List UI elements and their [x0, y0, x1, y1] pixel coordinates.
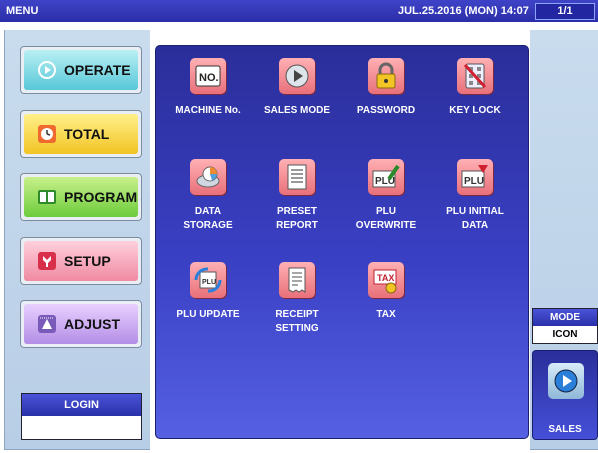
sales-mode-icon — [548, 363, 584, 399]
tile-sales-mode[interactable]: SALES MODE — [252, 58, 342, 118]
mode-box[interactable]: MODE ICON — [532, 308, 598, 344]
page-indicator: 1/1 — [535, 3, 595, 20]
preset-report-icon — [279, 159, 315, 195]
tile-password[interactable]: PASSWORD — [341, 58, 431, 118]
left-panel: OPERATE TOTAL PROGRAM SETUP ADJUST LOGIN — [4, 30, 150, 450]
adjust-label: ADJUST — [64, 316, 121, 332]
tile-key-lock[interactable]: KEY LOCK — [430, 58, 520, 118]
tile-label: MACHINE No. — [175, 105, 241, 116]
plu-initial-data-icon: PLU — [457, 159, 493, 195]
tile-preset-report[interactable]: PRESET REPORT — [252, 159, 342, 233]
plu-overwrite-icon: PLU — [368, 159, 404, 195]
operate-button[interactable]: OPERATE — [20, 46, 142, 94]
top-bar: MENU JUL.25.2016 (MON) 14:07 1/1 — [0, 0, 598, 22]
data-storage-icon — [190, 159, 226, 195]
tile-tax[interactable]: TAX TAX — [341, 262, 431, 322]
mode-label: MODE — [533, 309, 597, 326]
adjust-button[interactable]: ADJUST — [20, 300, 142, 348]
operate-label: OPERATE — [64, 62, 131, 78]
wrench-icon — [36, 250, 58, 272]
right-panel: MODE ICON SALES — [530, 30, 598, 450]
tile-plu-update[interactable]: PLU PLU UPDATE — [163, 262, 253, 322]
tile-machine-no[interactable]: NO. MACHINE No. — [163, 58, 253, 118]
total-label: TOTAL — [64, 126, 110, 142]
svg-text:TAX: TAX — [377, 273, 394, 283]
book-icon — [36, 186, 58, 208]
tile-label: PLU OVERWRITE — [355, 206, 417, 231]
program-button[interactable]: PROGRAM — [20, 173, 142, 221]
date-time: JUL.25.2016 (MON) 14:07 — [398, 5, 529, 17]
menu-panel: NO. MACHINE No. SALES MODE PASSWORD KEY … — [155, 45, 529, 439]
svg-text:PLU: PLU — [202, 279, 216, 286]
tile-label: PASSWORD — [356, 105, 416, 116]
login-field[interactable] — [22, 416, 141, 439]
tile-label: PRESET REPORT — [276, 206, 318, 231]
sales-mode-icon — [279, 58, 315, 94]
tile-plu-overwrite[interactable]: PLU PLU OVERWRITE — [341, 159, 431, 233]
login-box[interactable]: LOGIN — [21, 393, 142, 440]
tile-label: DATA STORAGE — [183, 206, 233, 231]
setup-button[interactable]: SETUP — [20, 237, 142, 285]
sales-button[interactable]: SALES — [532, 350, 598, 440]
tile-label: PLU UPDATE — [176, 309, 240, 320]
adjust-scale-icon — [36, 313, 58, 335]
play-circle-icon — [36, 59, 58, 81]
total-button[interactable]: TOTAL — [20, 110, 142, 158]
padlock-icon — [368, 58, 404, 94]
tile-label: RECEIPT SETTING — [275, 309, 319, 334]
svg-text:PLU: PLU — [464, 176, 484, 187]
tile-plu-initial-data[interactable]: PLU PLU INITIAL DATA — [430, 159, 520, 233]
login-label: LOGIN — [22, 394, 141, 416]
program-label: PROGRAM — [64, 189, 138, 205]
plu-update-icon: PLU — [190, 262, 226, 298]
window-title: MENU — [6, 5, 39, 17]
tax-icon: TAX — [368, 262, 404, 298]
sales-label: SALES — [548, 424, 582, 435]
key-lock-icon — [457, 58, 493, 94]
tile-label: KEY LOCK — [449, 105, 501, 116]
tile-receipt-setting[interactable]: RECEIPT SETTING — [252, 262, 342, 336]
machine-number-icon: NO. — [190, 58, 226, 94]
receipt-setting-icon — [279, 262, 315, 298]
tile-data-storage[interactable]: DATA STORAGE — [163, 159, 253, 233]
svg-text:NO.: NO. — [199, 72, 219, 84]
clock-icon — [36, 123, 58, 145]
tile-label: TAX — [376, 309, 396, 320]
mode-value[interactable]: ICON — [533, 326, 597, 343]
setup-label: SETUP — [64, 253, 111, 269]
tile-label: SALES MODE — [263, 105, 331, 116]
tile-label: PLU INITIAL DATA — [446, 206, 504, 231]
